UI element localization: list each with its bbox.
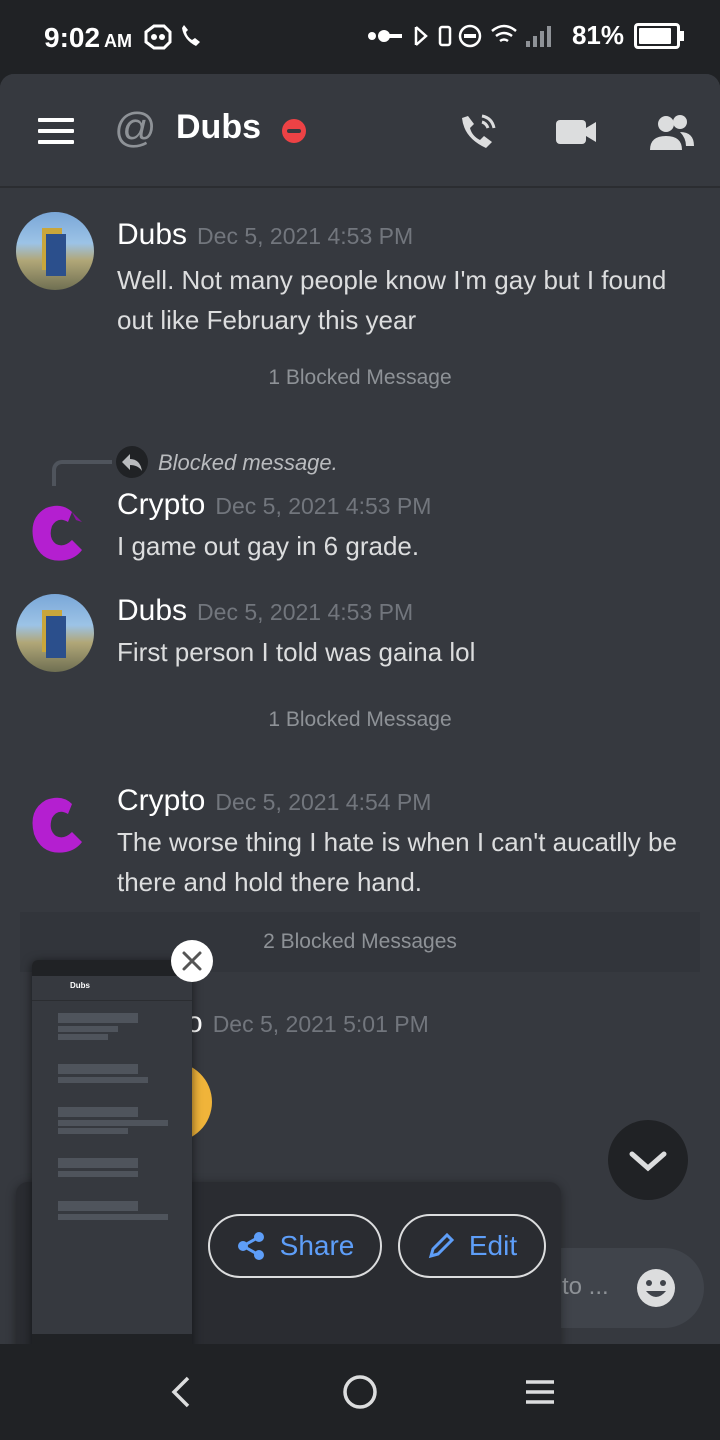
message-author[interactable]: Dubs Dec 5, 2021 4:53 PM [117,594,413,628]
hamburger-menu-icon[interactable] [38,118,74,144]
message-timestamp: Dec 5, 2021 4:53 PM [197,599,414,625]
close-thumbnail-button[interactable] [171,940,213,982]
message-timestamp: Dec 5, 2021 4:53 PM [215,493,432,519]
system-icons [367,24,551,47]
composer-placeholder: to ... [562,1273,609,1300]
battery-icon [634,22,684,49]
reply-arrow-icon [116,446,148,478]
message-timestamp: Dec 5, 2021 4:53 PM [197,223,414,249]
chevron-down-icon [629,1151,667,1172]
share-label: Share [279,1230,355,1261]
message-timestamp: Dec 5, 2021 5:01 PM [212,1011,429,1037]
jump-to-bottom-button[interactable] [608,1120,688,1200]
message-author[interactable]: Crypto Dec 5, 2021 4:53 PM [117,488,431,522]
blocked-message-notice[interactable]: 1 Blocked Message [0,366,720,390]
battery-tip [680,30,684,41]
pencil-icon [428,1232,454,1259]
status-time: 9:02 AM [44,22,132,54]
members-icon[interactable] [650,110,694,154]
battery-fill [639,27,672,44]
reply-reference[interactable]: Blocked message. [158,450,338,476]
reply-spine [52,460,112,486]
message-content: First person I told was gaina lol [117,637,476,667]
system-navigation-bar [0,1344,720,1440]
status-time-value: 9:02 [44,22,101,53]
screenshot-thumbnail[interactable]: Dubs [32,960,192,1344]
thumb-title: Dubs [70,981,90,990]
recent-apps-icon[interactable] [524,1376,556,1408]
channel-title: Dubs [176,108,261,146]
avatar[interactable] [16,494,94,572]
message-author[interactable]: Dubs Dec 5, 2021 4:53 PM [117,218,413,252]
at-sign-icon: @ [114,104,157,151]
status-right: 81% [366,20,684,51]
back-icon[interactable] [166,1374,196,1410]
avatar[interactable] [16,594,94,672]
message-content: I game out gay in 6 grade. [117,531,420,561]
message-timestamp: Dec 5, 2021 4:54 PM [215,789,432,815]
vpn-and-call-icon [144,24,200,50]
message-author[interactable]: Crypto Dec 5, 2021 4:54 PM [117,784,431,818]
home-icon[interactable] [342,1374,378,1410]
blocked-message-notice[interactable]: 1 Blocked Message [0,708,720,732]
message-author[interactable]: o Dec 5, 2021 5:01 PM [186,1006,429,1040]
voice-call-icon[interactable] [456,110,500,154]
chat-app: @ Dubs Dubs Dec 5, 2021 4:53 PM Well. Not… [0,74,720,1344]
emoji-picker-icon[interactable] [636,1268,676,1308]
message-content: The worse thing I hate is when I can't a… [117,827,677,897]
share-icon [237,1232,264,1260]
video-call-icon[interactable] [554,110,598,154]
avatar[interactable] [16,786,94,864]
do-not-disturb-status-icon [282,119,306,143]
status-notification-icons [142,22,212,59]
close-icon [182,951,202,971]
channel-header: @ Dubs [0,74,720,188]
battery-percent: 81% [571,20,624,50]
share-button[interactable]: Share [208,1214,382,1278]
status-ampm: AM [104,31,133,51]
message-content: Well. Not many people know I'm gay but I… [117,265,667,335]
status-bar: 9:02 AM 81% [0,0,720,74]
edit-label: Edit [468,1230,518,1261]
edit-button[interactable]: Edit [398,1214,546,1278]
blocked-message-notice[interactable]: 2 Blocked Messages [0,930,720,954]
avatar[interactable] [16,212,94,290]
